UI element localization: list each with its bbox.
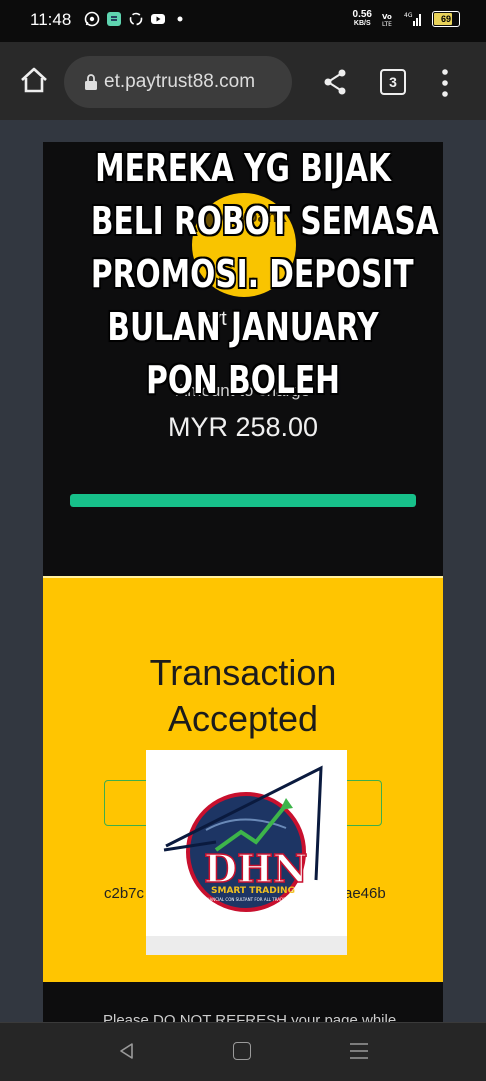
dot-icon [177, 16, 183, 22]
tab-switcher-button[interactable]: 3 [380, 69, 406, 95]
svg-text:LTE: LTE [382, 21, 392, 27]
logo-subtagline: FINANCIAL CON SULTANT FOR ALL TRADERS [203, 897, 291, 902]
title-line-2: Accepted [167, 698, 319, 739]
amount-value: MYR 258.00 [167, 412, 319, 442]
whatsapp-icon [84, 11, 100, 27]
dhn-logo-graphic: DHN SMART TRADING FINANCIAL CON SULTANT … [146, 750, 347, 955]
logo-tagline: SMART TRADING [211, 886, 295, 896]
more-menu-icon[interactable] [440, 68, 450, 98]
notice-card: Please DO NOT REFRESH your page while [43, 982, 443, 1022]
overlay-line: PON BOLEH [146, 358, 340, 402]
recent-apps-icon[interactable] [349, 1042, 369, 1060]
overlay-line: MEREKA YG BIJAK [95, 146, 391, 190]
speed-unit: KB/S [353, 20, 371, 27]
overlay-line: BULAN JANUARY [107, 305, 379, 349]
transaction-id-start: c2b7c [104, 885, 145, 902]
battery-icon: 69 [432, 11, 460, 27]
network-speed: 0.56 KB/S [353, 10, 372, 28]
speed-value: 0.56 [352, 9, 372, 20]
battery-level: 69 [440, 14, 451, 24]
status-right: 0.56 KB/S Vo LTE 4G 69 [353, 10, 460, 28]
home-nav-icon[interactable] [233, 1042, 251, 1060]
transaction-status-title: Transaction Accepted [0, 650, 486, 742]
svg-text:4G: 4G [404, 12, 413, 19]
home-icon[interactable] [18, 64, 50, 96]
title-line-1: Transaction [149, 652, 337, 693]
address-bar[interactable]: et.paytrust88.com [64, 56, 292, 108]
signal-icon: 4G [404, 12, 421, 26]
progress-fill [70, 494, 416, 507]
back-icon[interactable] [117, 1041, 137, 1061]
refresh-notice: Please DO NOT REFRESH your page while [103, 1012, 397, 1022]
logo-brand: DHN [204, 846, 308, 891]
status-bar: 11:48 0.56 KB/S Vo LTE 4G 69 [0, 0, 486, 42]
notification-icons [84, 11, 188, 27]
overlay-line: PROMOSI. DEPOSIT [90, 252, 414, 296]
promo-overlay-text: MEREKA YG BIJAK BELI ROBOT SEMASA PROMOS… [90, 142, 439, 407]
svg-text:Vo: Vo [382, 13, 392, 21]
app-notification-icon [107, 12, 121, 26]
overlay-line: BELI ROBOT SEMASA [90, 199, 439, 243]
browser-toolbar: et.paytrust88.com 3 [0, 42, 486, 120]
url-text: et.paytrust88.com [104, 71, 256, 92]
sync-icon [129, 12, 143, 26]
volte-icon: VoLTE [382, 13, 392, 27]
system-navigation-bar [0, 1022, 486, 1081]
share-icon[interactable] [322, 68, 348, 96]
transaction-id-end: ae46b [344, 885, 386, 902]
progress-bar [70, 494, 416, 507]
youtube-icon [151, 14, 165, 24]
status-time: 11:48 [30, 10, 72, 29]
lock-icon [85, 74, 97, 90]
tab-count: 3 [389, 74, 397, 90]
dhn-smart-trading-logo: DHN SMART TRADING FINANCIAL CON SULTANT … [146, 750, 347, 955]
